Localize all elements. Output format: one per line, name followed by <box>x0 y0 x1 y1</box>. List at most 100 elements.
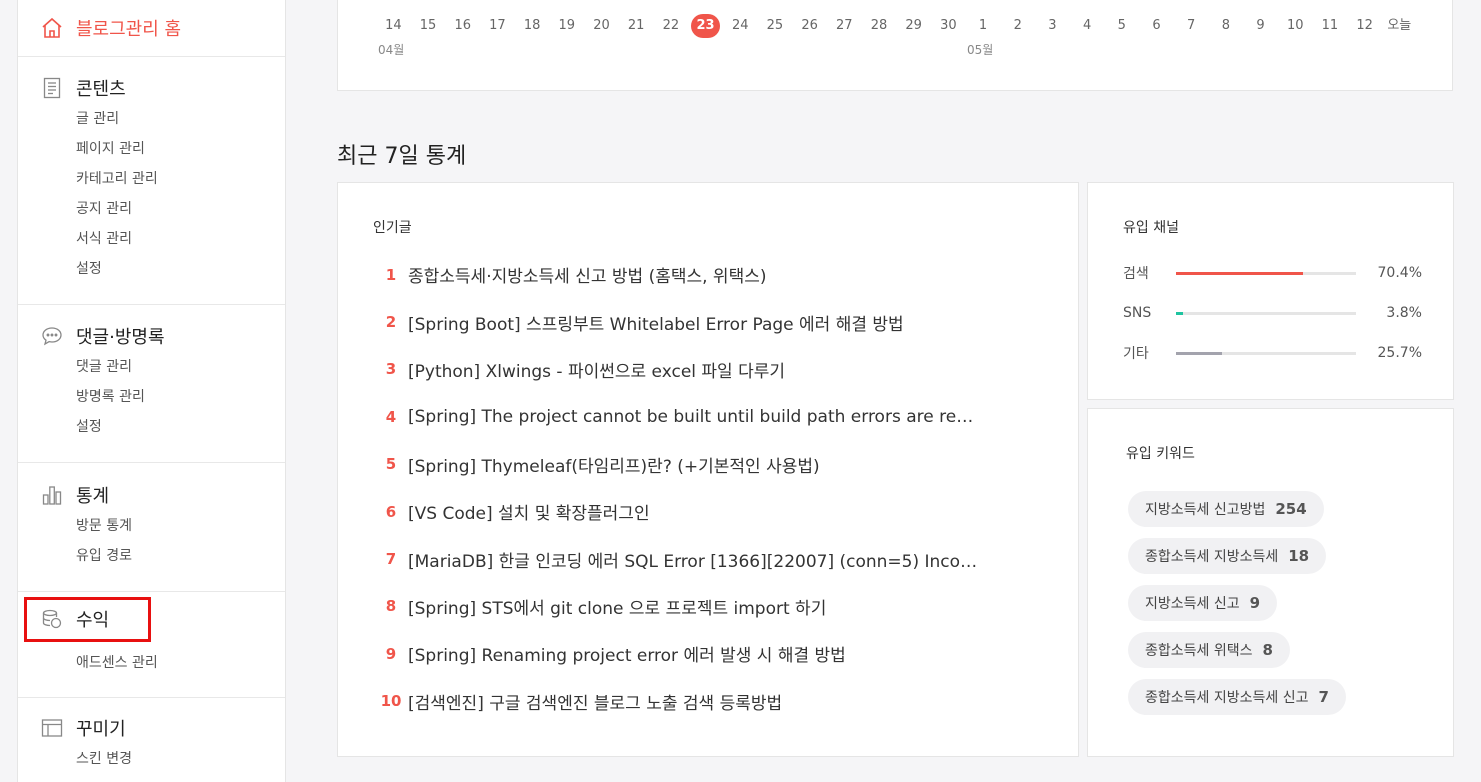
sidebar-section-stats-head[interactable]: 통계 <box>18 483 285 507</box>
calendar-day[interactable]: 6 <box>1139 14 1174 38</box>
calendar-day[interactable]: 21 <box>619 14 654 38</box>
popular-post-item[interactable]: 10 [검색엔진] 구글 검색엔진 블로그 노출 검색 등록방법 <box>374 678 1054 725</box>
calendar-day[interactable]: 10 <box>1278 14 1313 38</box>
calendar-day[interactable]: 5 <box>1104 14 1139 38</box>
calendar-day[interactable]: 오늘 <box>1382 14 1417 38</box>
popular-posts-list: 1 종합소득세·지방소득세 신고 방법 (홈택스, 위택스) 2 [Spring Bo… <box>374 251 1054 725</box>
keyword-chip[interactable]: 종합소득세 위택스 8 <box>1128 632 1290 668</box>
sidebar-item-comments[interactable]: 댓글 관리 <box>76 352 285 382</box>
sidebar-item-adsense[interactable]: 애드센스 관리 <box>76 648 285 678</box>
calendar-day[interactable]: 15 <box>411 14 446 38</box>
sidebar-home-link[interactable]: 블로그관리 홈 <box>18 0 285 57</box>
popular-post-item[interactable]: 2 [Spring Boot] 스프링부트 Whitelabel Error Pa… <box>374 298 1054 345</box>
calendar-day[interactable]: 18 <box>515 14 550 38</box>
calendar-day[interactable]: 24 <box>723 14 758 38</box>
sidebar-item-pages[interactable]: 페이지 관리 <box>76 134 285 164</box>
popular-post-item[interactable]: 5 [Spring] Thymeleaf(타임리프)란? (+기본적인 사용법) <box>374 441 1054 488</box>
post-title-link[interactable]: [MariaDB] 한글 인코딩 에러 SQL Error [1366][220… <box>408 547 978 572</box>
post-title-link[interactable]: 종합소득세·지방소득세 신고 방법 (홈택스, 위택스) <box>408 262 767 287</box>
popular-posts-title: 인기글 <box>373 220 412 236</box>
popular-posts-card: 인기글 1 종합소득세·지방소득세 신고 방법 (홈택스, 위택스) 2 [Sprin… <box>337 182 1079 757</box>
popular-post-item[interactable]: 1 종합소득세·지방소득세 신고 방법 (홈택스, 위택스) <box>374 251 1054 298</box>
calendar-day[interactable]: 7 <box>1174 14 1209 38</box>
keyword-chip[interactable]: 지방소득세 신고방법 254 <box>1128 491 1324 527</box>
channel-bar-track <box>1176 271 1356 275</box>
highlight-box <box>24 597 151 642</box>
calendar-day[interactable]: 16 <box>445 14 480 38</box>
calendar-day[interactable]: 20 <box>584 14 619 38</box>
calendar-day[interactable]: 3 <box>1035 14 1070 38</box>
sidebar-section-decorate: 꾸미기 스킨 변경 <box>18 698 285 782</box>
sidebar-item-categories[interactable]: 카테고리 관리 <box>76 164 285 194</box>
calendar-day[interactable]: 11 <box>1313 14 1348 38</box>
post-title-link[interactable]: [Python] Xlwings - 파이썬으로 excel 파일 다루기 <box>408 357 785 382</box>
calendar-day[interactable]: 28 <box>862 14 897 38</box>
sidebar-section-decorate-head[interactable]: 꾸미기 <box>18 716 285 740</box>
post-title-link[interactable]: [Spring] Renaming project error 에러 발생 시 … <box>408 641 846 666</box>
popular-post-item[interactable]: 8 [Spring] STS에서 git clone 으로 프로젝트 import… <box>374 583 1054 630</box>
channel-percent: 25.7% <box>1377 345 1422 361</box>
channel-name: 검색 <box>1123 266 1149 282</box>
keyword-chip[interactable]: 종합소득세 지방소득세 18 <box>1128 538 1327 574</box>
post-rank: 1 <box>385 265 397 284</box>
keyword-count: 254 <box>1275 500 1307 518</box>
keyword-text: 종합소득세 지방소득세 신고 <box>1145 690 1309 706</box>
calendar-day[interactable]: 29 <box>896 14 931 38</box>
calendar-day[interactable]: 9 <box>1243 14 1278 38</box>
sidebar-section-title: 꾸미기 <box>76 719 126 740</box>
post-title-link[interactable]: [검색엔진] 구글 검색엔진 블로그 노출 검색 등록방법 <box>408 689 782 714</box>
calendar-day[interactable]: 25 <box>758 14 793 38</box>
sidebar-item-content-settings[interactable]: 설정 <box>76 254 285 284</box>
month-label-may: 05월 <box>967 43 994 57</box>
sidebar-item-visit-stats[interactable]: 방문 통계 <box>76 511 285 541</box>
sidebar-section-title: 콘텐츠 <box>76 79 126 100</box>
home-icon <box>42 17 62 38</box>
bar-chart-icon <box>40 483 64 507</box>
sidebar-item-guestbook[interactable]: 방명록 관리 <box>76 382 285 412</box>
keyword-count: 7 <box>1318 688 1329 706</box>
calendar-day[interactable]: 22 <box>654 14 689 38</box>
sidebar-home-label: 블로그관리 홈 <box>76 19 182 40</box>
sidebar-item-posts[interactable]: 글 관리 <box>76 104 285 134</box>
sidebar-item-comment-settings[interactable]: 설정 <box>76 412 285 442</box>
calendar-day[interactable]: 27 <box>827 14 862 38</box>
post-title-link[interactable]: [Spring] The project cannot be built unt… <box>408 407 978 427</box>
channel-percent: 3.8% <box>1386 305 1422 321</box>
post-title-link[interactable]: [Spring] STS에서 git clone 으로 프로젝트 import … <box>408 594 826 619</box>
popular-post-item[interactable]: 6 [VS Code] 설치 및 확장플러그인 <box>374 488 1054 535</box>
sidebar-item-referrers[interactable]: 유입 경로 <box>76 541 285 571</box>
sidebar-section-comments-head[interactable]: 댓글·방명록 <box>18 324 285 348</box>
keyword-text: 지방소득세 신고방법 <box>1145 502 1266 518</box>
keyword-chip[interactable]: 종합소득세 지방소득세 신고 7 <box>1128 679 1346 715</box>
calendar-day[interactable]: 30 <box>931 14 966 38</box>
calendar-day[interactable]: 17 <box>480 14 515 38</box>
calendar-day-selected[interactable]: 23 <box>691 14 720 38</box>
sidebar-section-content-head[interactable]: 콘텐츠 <box>18 76 285 100</box>
post-title-link[interactable]: [Spring Boot] 스프링부트 Whitelabel Error Pag… <box>408 310 904 335</box>
calendar-day[interactable]: 1 <box>966 14 1001 38</box>
popular-post-item[interactable]: 3 [Python] Xlwings - 파이썬으로 excel 파일 다루기 <box>374 346 1054 393</box>
sidebar-item-notices[interactable]: 공지 관리 <box>76 194 285 224</box>
keyword-text: 종합소득세 위택스 <box>1145 643 1253 659</box>
calendar-day[interactable]: 19 <box>549 14 584 38</box>
sidebar-item-templates[interactable]: 서식 관리 <box>76 224 285 254</box>
popular-post-item[interactable]: 9 [Spring] Renaming project error 에러 발생 시… <box>374 630 1054 677</box>
channel-bar-fill <box>1176 311 1183 315</box>
popular-post-item[interactable]: 4 [Spring] The project cannot be built un… <box>374 393 1054 440</box>
sidebar-item-change-skin[interactable]: 스킨 변경 <box>76 744 285 774</box>
calendar-day[interactable]: 26 <box>792 14 827 38</box>
popular-post-item[interactable]: 7 [MariaDB] 한글 인코딩 에러 SQL Error [1366][22… <box>374 535 1054 582</box>
post-rank: 4 <box>385 407 397 426</box>
keyword-chip[interactable]: 지방소득세 신고 9 <box>1128 585 1278 621</box>
post-title-link[interactable]: [Spring] Thymeleaf(타임리프)란? (+기본적인 사용법) <box>408 452 820 477</box>
calendar-day[interactable]: 4 <box>1070 14 1105 38</box>
calendar-day[interactable]: 14 <box>376 14 411 38</box>
page-title: 최근 7일 통계 <box>337 144 467 169</box>
calendar-day[interactable]: 12 <box>1347 14 1382 38</box>
inflow-channels-title: 유입 채널 <box>1123 220 1179 236</box>
calendar-day[interactable]: 2 <box>1000 14 1035 38</box>
inflow-channels-card: 유입 채널 검색 70.4% SNS 3.8% 기타 25.7% <box>1087 182 1454 400</box>
sidebar-section-revenue: 수익 애드센스 관리 <box>18 592 285 698</box>
calendar-day[interactable]: 8 <box>1209 14 1244 38</box>
post-title-link[interactable]: [VS Code] 설치 및 확장플러그인 <box>408 499 650 524</box>
